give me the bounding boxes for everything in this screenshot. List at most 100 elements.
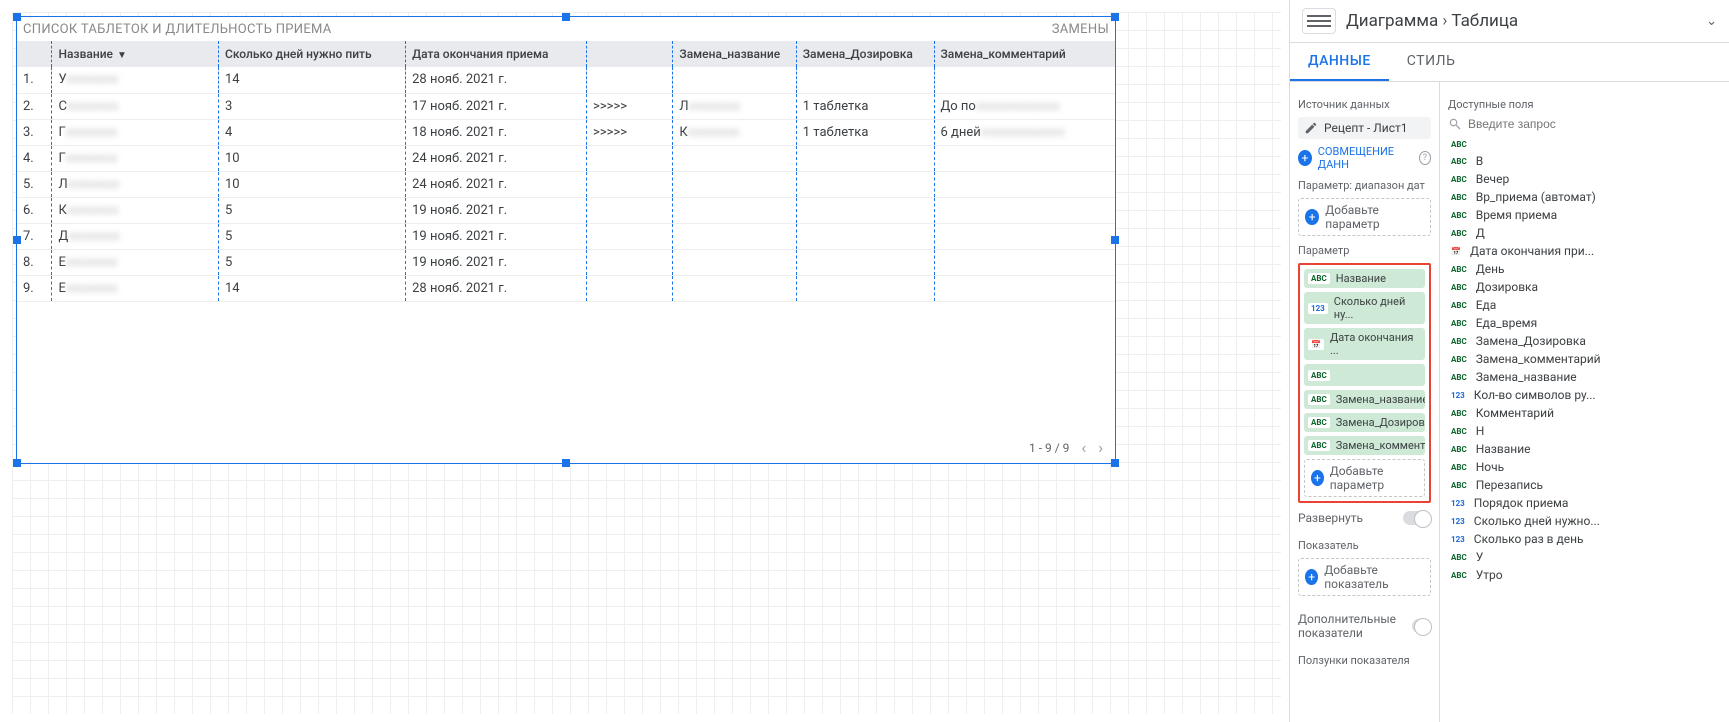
report-canvas[interactable]: СПИСОК ТАБЛЕТОК И ДЛИТЕЛЬНОСТЬ ПРИЕМА ЗА… — [0, 0, 1289, 722]
dimension-chip[interactable]: 📅Дата окончания ... — [1304, 328, 1425, 360]
type-badge: ABC — [1448, 444, 1470, 455]
col-zcomment[interactable]: Замена_комментарий — [934, 41, 1115, 67]
table-row: 5. Лxxxxxxxx 10 24 нояб. 2021 г. — [17, 171, 1115, 197]
dimension-chip[interactable]: ABC — [1304, 364, 1425, 386]
available-field[interactable]: ABCД — [1448, 224, 1721, 242]
col-zname[interactable]: Замена_название — [673, 41, 796, 67]
pencil-icon — [1304, 121, 1318, 135]
rownum: 8. — [17, 249, 52, 275]
available-field[interactable]: ABCНазвание — [1448, 440, 1721, 458]
available-field[interactable]: 123Сколько дней нужно... — [1448, 512, 1721, 530]
col-name[interactable]: Название▼ — [52, 41, 219, 67]
pager-prev-icon[interactable]: ‹ — [1081, 438, 1086, 457]
tab-style[interactable]: СТИЛЬ — [1389, 43, 1474, 81]
cell-end: 28 нояб. 2021 г. — [406, 67, 587, 93]
available-field[interactable]: ABCУтро — [1448, 566, 1721, 584]
field-label: Д — [1476, 226, 1485, 240]
resize-handle[interactable] — [13, 13, 21, 21]
dimension-chip[interactable]: 123Сколько дней ну... — [1304, 292, 1425, 324]
available-field[interactable]: 📅Дата окончания при... — [1448, 242, 1721, 260]
dimension-chip[interactable]: ABCЗамена_коммент... — [1304, 436, 1425, 455]
add-date-param-button[interactable]: + Добавьте параметр — [1298, 198, 1431, 236]
available-field[interactable]: 123Кол-во символов ру... — [1448, 386, 1721, 404]
field-label: Сколько раз в день — [1474, 532, 1584, 546]
deploy-toggle[interactable] — [1403, 511, 1431, 525]
search-icon — [1448, 117, 1462, 131]
cell-zname — [673, 145, 796, 171]
cell-name: Сxxxxxxxx — [52, 93, 219, 119]
available-field[interactable]: ABCЕда_время — [1448, 314, 1721, 332]
col-arrow[interactable] — [587, 41, 673, 67]
resize-handle[interactable] — [562, 13, 570, 21]
available-field[interactable]: ABCЕда — [1448, 296, 1721, 314]
available-field[interactable]: ABCНочь — [1448, 458, 1721, 476]
col-end[interactable]: Дата окончания приема — [406, 41, 587, 67]
rownum: 1. — [17, 67, 52, 93]
cell-zcomment: 6 днейxxxxxxxxxxxxx — [934, 119, 1115, 145]
available-field[interactable]: ABCВремя приема — [1448, 206, 1721, 224]
cell-end: 19 нояб. 2021 г. — [406, 249, 587, 275]
available-field[interactable]: 123Порядок приема — [1448, 494, 1721, 512]
cell-arrow: >>>>> — [587, 93, 673, 119]
dimension-chip[interactable]: ABCЗамена_название — [1304, 390, 1425, 409]
chart-type-icon[interactable] — [1302, 8, 1336, 34]
pager-text: 1 - 9 / 9 — [1029, 441, 1069, 455]
breadcrumb: Диаграмма›Таблица — [1346, 11, 1518, 31]
available-field[interactable]: ABCН — [1448, 422, 1721, 440]
type-badge: ABC — [1448, 408, 1470, 419]
type-badge: ABC — [1448, 336, 1470, 347]
add-metric-button[interactable]: + Добавьте показатель — [1298, 558, 1431, 596]
resize-handle[interactable] — [13, 459, 21, 467]
cell-zcomment — [934, 145, 1115, 171]
field-search-input[interactable] — [1468, 117, 1721, 131]
available-field[interactable]: ABC Замена_комментарий — [1448, 350, 1721, 368]
pager-next-icon[interactable]: › — [1098, 438, 1103, 457]
tab-data[interactable]: ДАННЫЕ — [1290, 43, 1389, 81]
type-badge: ABC — [1308, 370, 1330, 381]
extra-metric-toggle[interactable] — [1412, 619, 1431, 633]
cell-zdose — [796, 249, 934, 275]
type-badge: ABC — [1448, 354, 1470, 365]
type-badge: ABC — [1448, 480, 1470, 491]
available-field[interactable]: ABCКомментарий — [1448, 404, 1721, 422]
available-field[interactable]: ABCДозировка — [1448, 278, 1721, 296]
col-days[interactable]: Сколько дней нужно пить — [219, 41, 406, 67]
col-zdose[interactable]: Замена_Дозировка — [796, 41, 934, 67]
blend-data-button[interactable]: + СОВМЕЩЕНИЕ ДАНН ? — [1298, 145, 1431, 171]
add-dimension-button[interactable]: +Добавьте параметр — [1304, 459, 1425, 497]
chevron-down-icon[interactable]: ⌄ — [1706, 14, 1717, 29]
resize-handle[interactable] — [1111, 236, 1119, 244]
field-label: Замена_комментарий — [1476, 352, 1601, 366]
resize-handle[interactable] — [13, 236, 21, 244]
resize-handle[interactable] — [1111, 13, 1119, 21]
dim-label: Дата окончания ... — [1330, 331, 1421, 357]
available-field[interactable]: ABCЗамена_Дозировка — [1448, 332, 1721, 350]
cell-zname — [673, 171, 796, 197]
dim-label: Замена_Дозиров... — [1336, 416, 1425, 429]
cell-end: 17 нояб. 2021 г. — [406, 93, 587, 119]
available-field[interactable]: ABCВ — [1448, 152, 1721, 170]
cell-zname — [673, 197, 796, 223]
available-field[interactable]: ABCВечер — [1448, 170, 1721, 188]
resize-handle[interactable] — [1111, 459, 1119, 467]
available-field[interactable]: ABCПерезапись — [1448, 476, 1721, 494]
col-rownum[interactable] — [17, 41, 52, 67]
available-field[interactable]: ABC — [1448, 137, 1721, 152]
available-field[interactable]: ABCДень — [1448, 260, 1721, 278]
table-chart-selected[interactable]: СПИСОК ТАБЛЕТОК И ДЛИТЕЛЬНОСТЬ ПРИЕМА ЗА… — [16, 16, 1116, 464]
chart-title-right: ЗАМЕНЫ — [1052, 22, 1109, 37]
dimension-chip[interactable]: ABCЗамена_Дозиров... — [1304, 413, 1425, 432]
dimension-chip[interactable]: ABCНазвание — [1304, 269, 1425, 288]
rownum: 3. — [17, 119, 52, 145]
available-field[interactable]: ABCЗамена_название — [1448, 368, 1721, 386]
resize-handle[interactable] — [562, 459, 570, 467]
available-field[interactable]: ABCУ — [1448, 548, 1721, 566]
rownum: 5. — [17, 171, 52, 197]
available-field[interactable]: ABCВр_приема (автомат) — [1448, 188, 1721, 206]
section-available: Доступные поля — [1448, 98, 1721, 111]
available-field[interactable]: 123Сколько раз в день — [1448, 530, 1721, 548]
field-label: Сколько дней нужно... — [1474, 514, 1600, 528]
data-source-chip[interactable]: Рецепт - Лист1 — [1298, 117, 1431, 139]
help-icon[interactable]: ? — [1419, 151, 1431, 165]
type-badge: ABC — [1448, 570, 1470, 581]
